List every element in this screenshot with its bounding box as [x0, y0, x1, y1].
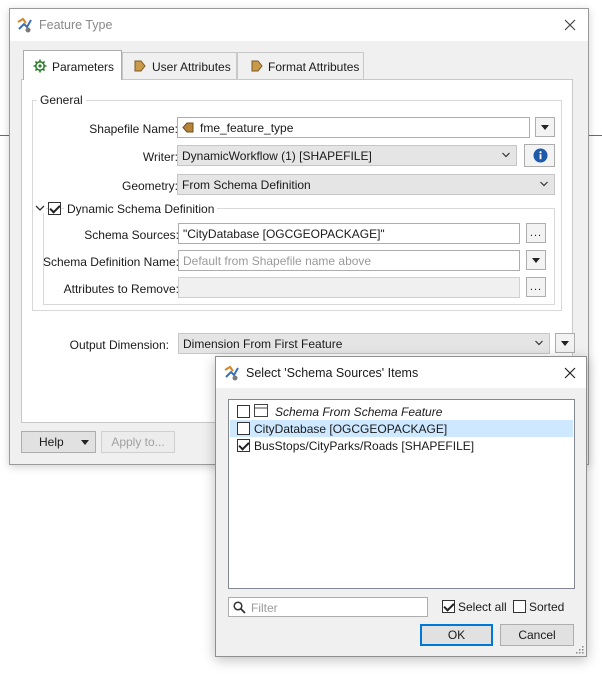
writer-label: Writer: — [142, 150, 178, 164]
schema-sources-value: "CityDatabase [OGCGEOPACKAGE]" — [183, 227, 385, 241]
close-icon — [564, 19, 576, 31]
triangle-down-icon — [532, 258, 540, 263]
select-schema-sources-dialog: Select 'Schema Sources' Items Schema Fro… — [215, 356, 587, 657]
geometry-value: From Schema Definition — [182, 178, 311, 192]
close-icon — [564, 367, 576, 379]
gear-icon — [33, 59, 47, 73]
schema-definition-name-menu-button[interactable] — [526, 250, 546, 270]
fme-app-icon — [17, 17, 32, 33]
schema-sources-field[interactable]: "CityDatabase [OGCGEOPACKAGE]" — [178, 223, 520, 244]
output-dimension-label: Output Dimension: — [69, 338, 169, 352]
title-bar: Feature Type — [10, 9, 588, 41]
title-bar: Select 'Schema Sources' Items — [216, 357, 586, 388]
tab-user-attributes[interactable]: User Attributes — [122, 52, 237, 79]
triangle-down-icon — [561, 341, 569, 346]
dialog-title: Select 'Schema Sources' Items — [246, 366, 419, 380]
list-item-selected[interactable]: CityDatabase [OGCGEOPACKAGE] — [230, 420, 573, 437]
attributes-to-remove-browse-button[interactable]: ... — [526, 277, 546, 297]
chevron-down-icon — [535, 340, 543, 346]
list-item[interactable]: Schema From Schema Feature — [230, 403, 573, 420]
ellipsis-icon: ... — [529, 281, 543, 293]
tab-parameters-label: Parameters — [52, 60, 115, 74]
feature-table-icon — [254, 404, 268, 417]
dynamic-schema-checkbox[interactable] — [48, 202, 61, 215]
shapefile-name-value: fme_feature_type — [200, 121, 294, 135]
shapefile-name-label: Shapefile Name: — [89, 122, 178, 136]
schema-sources-label: Schema Sources: — [84, 228, 179, 242]
geometry-select[interactable]: From Schema Definition — [177, 174, 555, 195]
schema-definition-name-label: Schema Definition Name: — [42, 255, 179, 269]
tab-format-attributes-label: Format Attributes — [268, 60, 360, 74]
tab-user-attributes-label: User Attributes — [152, 60, 231, 74]
collapse-chevron-icon[interactable] — [34, 203, 46, 213]
schema-definition-name-field[interactable]: Default from Shapefile name above — [178, 250, 520, 271]
fme-app-icon — [224, 365, 239, 381]
cancel-button[interactable]: Cancel — [500, 624, 574, 646]
arrow-tag-icon — [251, 60, 263, 72]
triangle-down-icon — [541, 125, 549, 130]
item-label: BusStops/CityParks/Roads [SHAPEFILE] — [254, 439, 475, 453]
shapefile-name-menu-button[interactable] — [535, 117, 555, 137]
item-label: Schema From Schema Feature — [275, 405, 443, 419]
schema-sources-browse-button[interactable]: ... — [526, 223, 546, 243]
item-label: CityDatabase [OGCGEOPACKAGE] — [254, 422, 448, 436]
triangle-down-icon — [81, 440, 89, 445]
resize-grip-icon[interactable] — [574, 644, 584, 654]
attributes-to-remove-label: Attributes to Remove: — [63, 282, 179, 296]
filter-input[interactable]: Filter — [228, 597, 428, 617]
select-all-checkbox[interactable] — [442, 600, 455, 613]
ok-label: OK — [447, 628, 466, 642]
schema-definition-name-placeholder: Default from Shapefile name above — [183, 254, 372, 268]
output-dimension-menu-button[interactable] — [555, 333, 575, 353]
dynamic-schema-group: Dynamic Schema Definition Schema Sources… — [34, 202, 555, 305]
ok-button[interactable]: OK — [420, 624, 493, 646]
info-icon — [533, 148, 548, 163]
apply-to-button[interactable]: Apply to... — [101, 431, 175, 453]
help-label: Help — [39, 435, 64, 449]
item-checkbox[interactable] — [237, 422, 250, 435]
dialog-title: Feature Type — [39, 18, 113, 32]
dynamic-schema-title: Dynamic Schema Definition — [64, 202, 218, 216]
select-all-label: Select all — [458, 600, 507, 614]
writer-value: DynamicWorkflow (1) [SHAPEFILE] — [182, 149, 372, 163]
close-button[interactable] — [558, 13, 582, 37]
close-button[interactable] — [558, 361, 582, 385]
list-item[interactable]: BusStops/CityParks/Roads [SHAPEFILE] — [230, 437, 573, 454]
arrow-tag-icon — [134, 60, 146, 72]
general-group: General Shapefile Name: fme_feature_type… — [32, 93, 562, 311]
tab-parameters[interactable]: Parameters — [23, 50, 122, 80]
help-button[interactable]: Help — [21, 431, 96, 453]
background-line-left — [0, 135, 9, 136]
item-checkbox[interactable] — [237, 405, 250, 418]
filter-placeholder: Filter — [251, 601, 278, 615]
sorted-label: Sorted — [529, 600, 565, 614]
apply-to-label: Apply to... — [111, 435, 165, 449]
chevron-down-icon — [502, 152, 510, 158]
writer-info-button[interactable] — [524, 144, 555, 167]
sorted-checkbox[interactable] — [513, 600, 526, 613]
schema-sources-list: Schema From Schema Feature CityDatabase … — [228, 399, 575, 589]
item-checkbox[interactable] — [237, 439, 250, 452]
writer-select[interactable]: DynamicWorkflow (1) [SHAPEFILE] — [177, 145, 517, 166]
output-dimension-select[interactable]: Dimension From First Feature — [178, 333, 550, 354]
tab-format-attributes[interactable]: Format Attributes — [237, 52, 364, 79]
background-line-right — [589, 135, 602, 136]
search-icon — [233, 601, 246, 614]
output-dimension-value: Dimension From First Feature — [183, 337, 343, 351]
ellipsis-icon: ... — [529, 227, 543, 239]
attributes-to-remove-field[interactable] — [178, 277, 520, 298]
shapefile-name-field[interactable]: fme_feature_type — [177, 117, 530, 138]
cancel-label: Cancel — [518, 628, 556, 642]
general-group-title: General — [37, 93, 86, 107]
chevron-down-icon — [540, 181, 548, 187]
reader-arrow-icon — [182, 122, 194, 133]
geometry-label: Geometry: — [121, 179, 178, 193]
